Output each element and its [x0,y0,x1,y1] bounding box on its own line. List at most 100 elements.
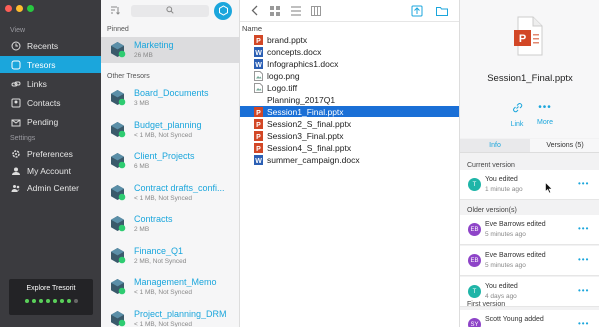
docx-file-icon: W [254,58,263,69]
version-row[interactable]: EB Eve Barrows edited 5 minutes ago ••• [460,246,599,276]
new-folder-icon[interactable] [436,6,448,18]
sidebar-item-label: Recents [27,40,59,51]
file-row[interactable]: Planning_2017Q1 [240,94,459,105]
svg-text:W: W [255,62,262,69]
version-author: You edited [485,283,518,290]
docx-file-icon: W [254,154,263,165]
back-icon[interactable] [251,5,258,18]
tab-info[interactable]: Info [460,139,530,152]
sidebar-item-pending[interactable]: Pending [0,113,101,130]
column-view-icon[interactable] [311,6,321,18]
file-row[interactable]: P Session4_S_final.pptx [240,142,459,153]
more-icon[interactable]: ••• [578,255,589,264]
pptx-file-icon: P [514,16,544,58]
tresor-item[interactable]: Management_Memo < 1 MB, Not Synced [101,274,240,300]
tresor-meta: < 1 MB, Not Synced [134,194,192,202]
more-icon[interactable]: ••• [578,286,589,295]
tresor-item[interactable]: Budget_planning < 1 MB, Not Synced [101,117,240,143]
file-name: concepts.docx [267,46,322,57]
tresor-meta: 6 MB [134,163,150,170]
link-action[interactable]: Link [502,102,532,128]
details-header: P Session1_Final.pptx Link ••• More [460,0,599,138]
more-action[interactable]: ••• More [530,102,560,126]
version-author: Eve Barrows edited [485,252,546,259]
older-versions-label: Older version(s) [467,207,517,214]
version-row[interactable]: SY Scott Young added ••• [460,310,599,327]
sidebar-item-admin-center[interactable]: Admin Center [0,179,101,196]
tresor-item[interactable]: Finance_Q1 2 MB, Not Synced [101,243,240,269]
sidebar-item-my-account[interactable]: My Account [0,162,101,179]
minimize-window-button[interactable] [16,5,23,12]
sidebar-item-label: Pending [27,116,59,127]
svg-text:P: P [256,122,261,129]
version-row[interactable]: T You edited 1 minute ago ••• [460,170,599,200]
file-row[interactable]: Wsummer_campaign.docx [240,154,459,165]
more-icon[interactable]: ••• [578,319,589,327]
avatar: SY [468,318,481,327]
more-icon[interactable]: ••• [578,179,589,188]
avatar: EB [468,223,481,236]
gear-icon [10,148,21,159]
tresor-item[interactable]: Project_planning_DRM < 1 MB, Not Synced [101,306,240,327]
tresor-meta: < 1 MB, Not Synced [134,320,192,327]
tresor-item[interactable]: Marketing 26 MB [101,37,240,63]
file-row[interactable]: P Session3_Final.pptx [240,130,459,141]
avatar: EB [468,254,481,267]
sort-icon[interactable] [110,6,120,17]
column-header-name[interactable]: Name [242,24,262,33]
upload-icon[interactable] [411,5,423,19]
close-window-button[interactable] [5,5,12,12]
add-tresor-icon [218,4,229,18]
pptx-file-icon: P [254,118,263,129]
file-row[interactable]: Pbrand.pptx [240,34,459,45]
file-row[interactable]: logo.png [240,70,459,81]
tresor-meta: 26 MB [134,52,153,59]
tresor-icon [109,121,126,138]
tab-versions[interactable]: Versions (5) [530,139,599,152]
tresor-item[interactable]: Board_Documents 3 MB [101,85,240,111]
zoom-window-button[interactable] [27,5,34,12]
tresor-item[interactable]: Client_Projects 6 MB [101,148,240,174]
tresor-name: Contract drafts_confi... [134,182,225,193]
file-name: Session4_S_final.pptx [267,142,352,153]
image-file-icon [254,70,263,81]
tresor-list-toolbar [101,0,240,22]
file-row[interactable]: Logo.tiff [240,82,459,93]
svg-text:P: P [256,38,261,45]
sidebar-item-recents[interactable]: Recents [0,37,101,54]
sidebar-item-label: Tresors [27,59,56,70]
contacts-icon [10,97,21,108]
sidebar-item-label: Links [27,78,47,89]
sidebar-item-preferences[interactable]: Preferences [0,145,101,162]
sidebar-item-contacts[interactable]: Contacts [0,94,101,111]
sidebar-item-tresors[interactable]: Tresors [0,56,101,73]
file-row[interactable]: Wconcepts.docx [240,46,459,57]
file-row[interactable]: P Session2_S_final.pptx [240,118,459,129]
version-author: Scott Young added [485,316,544,323]
more-icon[interactable]: ••• [578,224,589,233]
file-row[interactable]: W Infographics1.docx [240,58,459,69]
image-file-icon [254,82,263,93]
grid-view-icon[interactable] [270,6,280,18]
explore-tresorit-card[interactable]: Explore Tresorit [9,279,93,315]
file-row[interactable]: P Session1_Final.pptx [240,106,459,117]
tresor-icon [109,278,126,295]
file-name: Planning_2017Q1 [267,94,336,105]
search-icon [166,6,174,16]
tresor-icon [109,310,126,327]
version-time: 5 minutes ago [485,262,526,269]
sidebar-item-links[interactable]: Links [0,75,101,92]
new-tresor-button[interactable] [214,2,232,20]
sidebar-item-label: Contacts [27,97,61,108]
tresor-item[interactable]: Contract drafts_confi... < 1 MB, Not Sync… [101,180,240,206]
tresor-name: Project_planning_DRM [134,308,227,319]
search-box[interactable] [131,5,209,17]
app-window: View Recents Tresors Links Contacts Pend… [0,0,599,327]
version-row[interactable]: EB Eve Barrows edited 5 minutes ago ••• [460,215,599,245]
pptx-file-icon: P [254,130,263,141]
version-time: 1 minute ago [485,186,523,193]
svg-text:W: W [255,50,262,57]
list-view-icon[interactable] [291,6,301,18]
sidebar-item-label: Admin Center [27,182,79,193]
tresor-item[interactable]: Contracts 2 MB [101,211,240,237]
